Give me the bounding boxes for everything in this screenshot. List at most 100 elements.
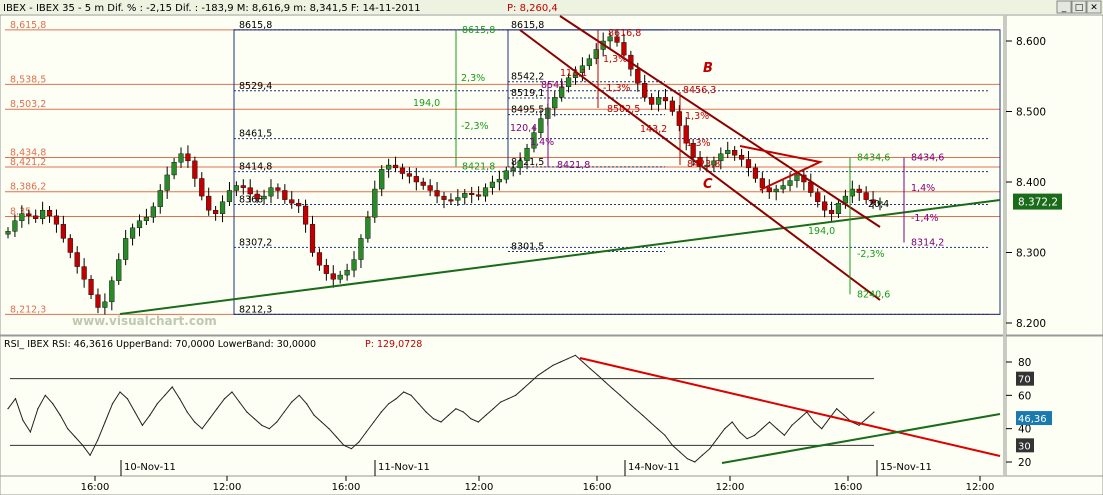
candle-body xyxy=(386,164,392,170)
rsi-lower-badge-text: 30 xyxy=(1018,441,1031,452)
box-level-label: 8414,8 xyxy=(239,162,272,173)
candle-body xyxy=(95,294,101,308)
candle-body xyxy=(268,187,274,197)
candle-body xyxy=(787,180,793,186)
box-level-label: 8615,8 xyxy=(239,20,272,31)
right-green-pct: -2,3% xyxy=(857,249,885,260)
candle-body xyxy=(503,170,509,180)
mid-level-label: 8542,2 xyxy=(511,72,544,83)
candle-body xyxy=(655,97,662,105)
candle-body xyxy=(46,209,53,217)
candle-body xyxy=(427,185,433,191)
last-price-badge-text: 8.372,2 xyxy=(1018,197,1058,209)
candle-body xyxy=(171,162,177,176)
candle-body xyxy=(67,238,73,253)
time-axis xyxy=(0,475,1103,495)
candle-body xyxy=(33,215,39,219)
time-label: 16:00 xyxy=(834,482,863,493)
close-icon: ✕ xyxy=(1090,3,1098,13)
red-move-3-pct: 1,3% xyxy=(685,111,709,122)
candle-body xyxy=(565,77,572,88)
green-points: 194,0 xyxy=(413,98,440,109)
wave-label-b: B xyxy=(703,61,713,76)
candle-body xyxy=(323,264,329,274)
candle-body xyxy=(745,159,752,169)
candle-body xyxy=(725,150,731,154)
candle-body xyxy=(662,97,669,102)
candle-body xyxy=(413,176,419,183)
candle-body xyxy=(406,173,412,177)
price-chart-svg: IBEX - IBEX 35 - 5 m Dif. % : -2,15 Dif.… xyxy=(0,0,1103,495)
candle-body xyxy=(462,193,468,198)
candle-body xyxy=(275,187,281,191)
time-label: 16:00 xyxy=(583,482,612,493)
rsi-tick-label: 20 xyxy=(1018,457,1031,469)
channel-upper-line xyxy=(559,15,881,228)
candle-body xyxy=(261,195,267,200)
chart-window: IBEX - IBEX 35 - 5 m Dif. % : -2,15 Dif.… xyxy=(0,0,1103,495)
candle-body xyxy=(206,195,212,211)
candle-body xyxy=(434,190,440,197)
candle-body xyxy=(365,217,371,239)
candle-body xyxy=(164,174,170,191)
candle-body xyxy=(109,280,115,303)
candle-body xyxy=(669,100,675,112)
candle-body xyxy=(372,188,378,218)
candle-body xyxy=(856,188,862,193)
box-level-label: 8529,4 xyxy=(239,81,272,92)
candle-body xyxy=(773,188,779,193)
candle-body xyxy=(399,167,406,174)
candle-body xyxy=(60,224,66,239)
right-green-bottom: 8240,6 xyxy=(857,289,890,300)
candle-body xyxy=(455,197,461,201)
candle-body xyxy=(496,178,502,183)
rsi-uptrend-line xyxy=(721,413,1001,464)
candle-body xyxy=(538,118,544,133)
candle-body xyxy=(316,252,323,266)
candle-body xyxy=(309,224,316,253)
small-label: 20,4 xyxy=(868,199,889,210)
candle-body xyxy=(5,231,11,235)
green-bottom-label: 8421,8 xyxy=(462,162,495,173)
candle-body xyxy=(123,238,129,260)
candle-body xyxy=(12,220,18,232)
candle-body xyxy=(143,217,150,221)
right-purple-bottom: 8314,2 xyxy=(911,237,944,248)
candle-body xyxy=(185,153,191,162)
fib-level-label: 8,421,2 xyxy=(10,157,46,168)
candle-body xyxy=(81,266,87,280)
candle-body xyxy=(102,301,108,308)
vertical-scrollbar[interactable] xyxy=(1003,15,1006,476)
red-move-3: 143,2 xyxy=(640,124,667,135)
candle-body xyxy=(344,269,350,276)
fib-level-label: 8,386,2 xyxy=(10,182,46,193)
red-move-1: 113,1 xyxy=(560,68,587,79)
candle-body xyxy=(794,174,800,181)
annotations: 8615,8 8421,8 2,3% 194,0 -2,3% 120,4 1,4% 8421,… xyxy=(413,25,944,301)
red-move-2-value: 8502,5 xyxy=(607,104,640,115)
box-level-label: 8461,5 xyxy=(239,129,272,140)
fib-level-label: 8,538,5 xyxy=(10,74,46,85)
mid-level-label: 8519,1 xyxy=(511,88,544,99)
purple-pct: 1,4% xyxy=(530,137,554,148)
candle-body xyxy=(780,185,786,190)
candle-body xyxy=(247,187,253,195)
right-purple-pct-up: 1,4% xyxy=(911,183,935,194)
price-tick-label: 8.200 xyxy=(1016,318,1046,330)
candle-body xyxy=(74,252,80,267)
candle-body xyxy=(482,187,489,197)
time-label: 16:00 xyxy=(81,482,110,493)
candle-body xyxy=(213,209,219,214)
price-panel-frame xyxy=(0,14,1007,336)
rsi-tick-label: 60 xyxy=(1018,390,1031,402)
triangle-pattern xyxy=(739,145,824,191)
candle-body xyxy=(88,279,94,296)
candle-body xyxy=(26,213,32,217)
rsi-header: RSI_ IBEX RSI: 46,3616 UpperBand: 70,000… xyxy=(4,339,316,350)
candle-body xyxy=(233,185,239,191)
mid-level-label: 8495,5 xyxy=(511,105,544,116)
purple-points: 120,4 xyxy=(510,123,537,134)
candle-body xyxy=(289,199,295,204)
wave-label-c: C xyxy=(703,177,713,192)
candle-body xyxy=(282,190,288,200)
